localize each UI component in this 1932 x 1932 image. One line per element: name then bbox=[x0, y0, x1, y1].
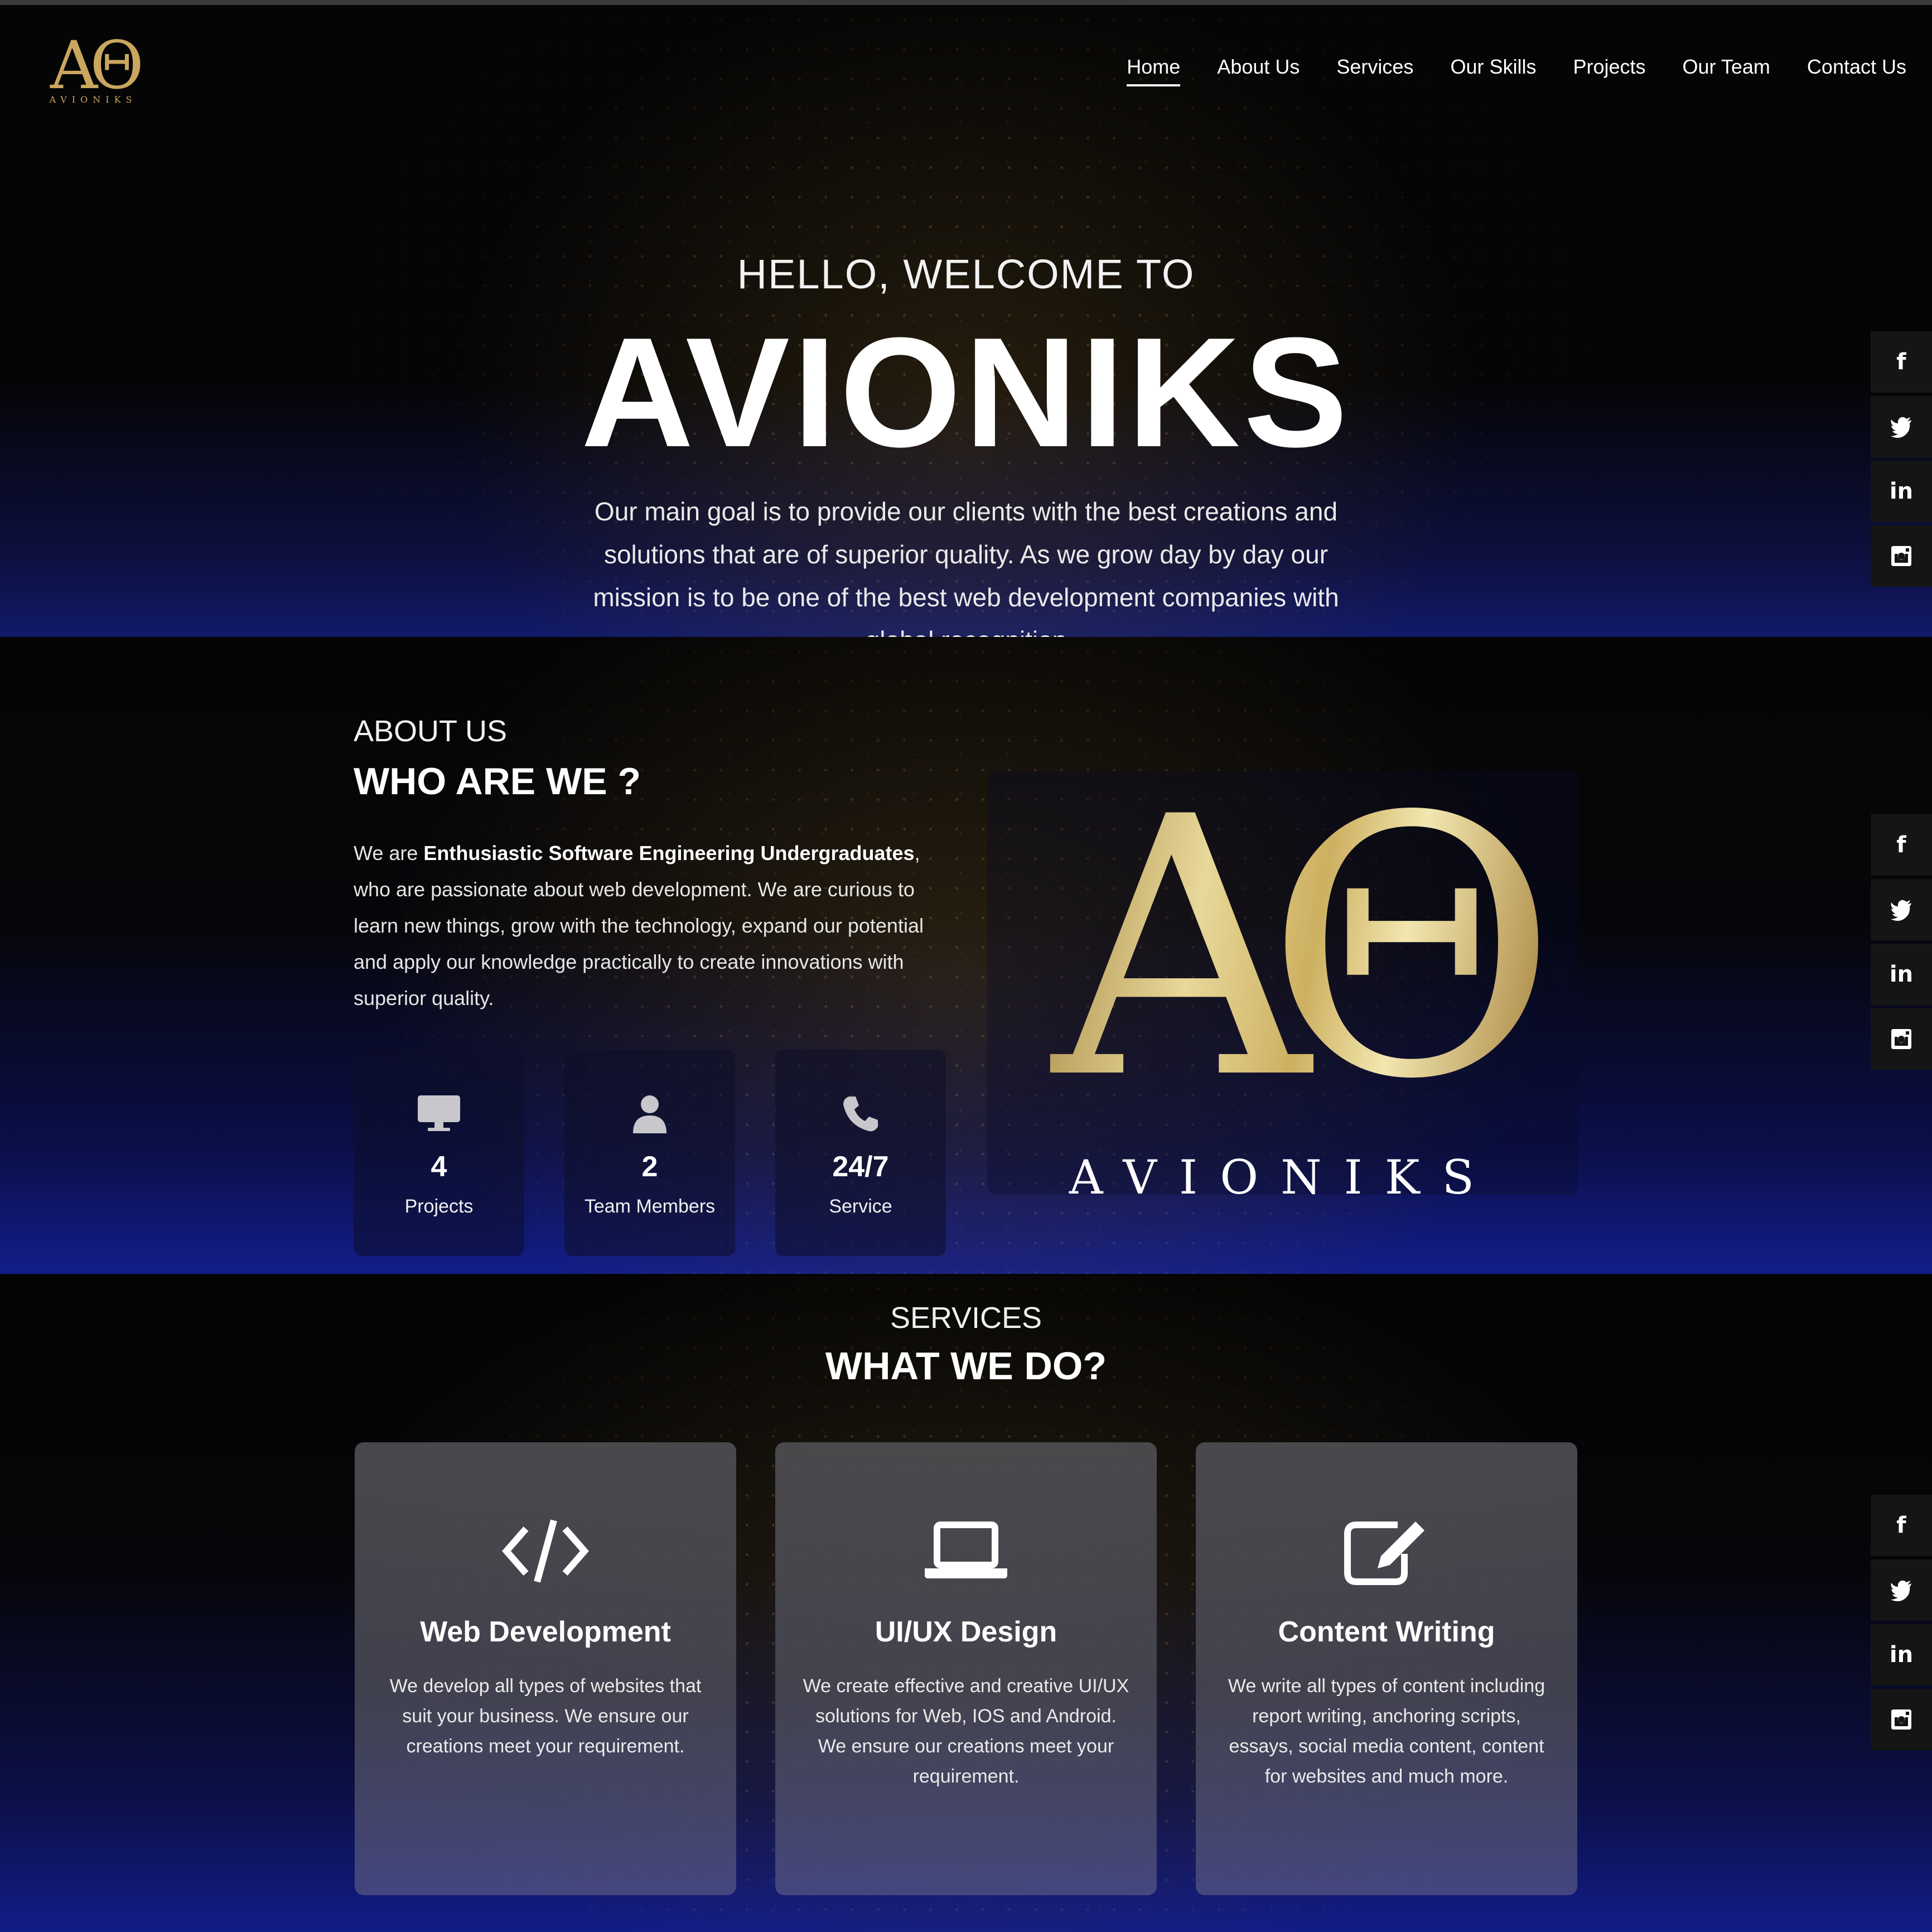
linkedin-icon[interactable]: in bbox=[1871, 944, 1932, 1005]
nav-our-skills[interactable]: Our Skills bbox=[1450, 55, 1536, 86]
service-card-ui-ux-design[interactable]: UI/UX Design We create effective and cre… bbox=[775, 1442, 1157, 1895]
nav-about-us[interactable]: About Us bbox=[1217, 55, 1300, 86]
nav-our-team[interactable]: Our Team bbox=[1683, 55, 1770, 86]
twitter-icon[interactable] bbox=[1871, 879, 1932, 940]
instagram-icon[interactable] bbox=[1871, 1008, 1932, 1070]
large-logo-wordmark: AVIONIKS bbox=[1069, 1150, 1497, 1205]
service-title: Web Development bbox=[420, 1616, 671, 1648]
brand-logo[interactable]: AΘ AVIONIKS bbox=[29, 27, 157, 105]
stat-label: Team Members bbox=[584, 1196, 716, 1217]
code-icon bbox=[355, 1515, 736, 1593]
about-title: WHO ARE WE ? bbox=[354, 760, 641, 803]
about-kicker: ABOUT US bbox=[354, 714, 508, 748]
user-icon bbox=[564, 1094, 735, 1137]
service-description: We create effective and creative UI/UX s… bbox=[803, 1675, 1129, 1787]
instagram-icon[interactable] bbox=[1871, 525, 1932, 587]
stat-label: Projects bbox=[404, 1196, 474, 1217]
linkedin-icon[interactable]: in bbox=[1871, 1624, 1932, 1685]
facebook-icon[interactable]: f bbox=[1871, 1495, 1932, 1556]
stat-value: 2 bbox=[641, 1151, 658, 1183]
social-sidebar: f in bbox=[1871, 1495, 1932, 1754]
about-section: ABOUT US WHO ARE WE ? We are Enthusiasti… bbox=[0, 637, 1932, 1274]
about-text-prefix: We are bbox=[354, 842, 424, 864]
about-text-suffix: , who are passionate about web developme… bbox=[354, 842, 924, 1010]
window-top-border bbox=[0, 0, 1932, 5]
twitter-icon[interactable] bbox=[1871, 1559, 1932, 1621]
stat-card-service: 24/7 Service bbox=[775, 1050, 946, 1256]
hero-title: AVIONIKS bbox=[581, 306, 1351, 480]
social-sidebar: f in bbox=[1871, 331, 1932, 590]
large-logo-mark: AΘ bbox=[1010, 771, 1558, 1128]
hero-description: Our main goal is to provide our clients … bbox=[593, 497, 1339, 637]
service-card-content-writing[interactable]: Content Writing We write all types of co… bbox=[1196, 1442, 1577, 1895]
desktop-icon bbox=[354, 1094, 524, 1137]
main-nav: Home About Us Services Our Skills Projec… bbox=[1090, 55, 1906, 86]
facebook-icon[interactable]: f bbox=[1871, 331, 1932, 393]
phone-icon bbox=[775, 1094, 946, 1137]
hero-subtitle: HELLO, WELCOME TO bbox=[737, 251, 1195, 297]
logo-mark: AΘ bbox=[50, 27, 144, 104]
about-logo-panel: AΘ AVIONIKS bbox=[987, 771, 1578, 1205]
social-sidebar: f in bbox=[1871, 814, 1932, 1073]
about-text-highlight: Enthusiastic Software Engineering Underg… bbox=[423, 842, 915, 864]
nav-projects[interactable]: Projects bbox=[1573, 55, 1645, 86]
site-header: AΘ AVIONIKS Home About Us Services Our S… bbox=[0, 5, 1932, 128]
facebook-icon[interactable]: f bbox=[1871, 814, 1932, 876]
instagram-icon[interactable] bbox=[1871, 1689, 1932, 1750]
nav-contact-us[interactable]: Contact Us bbox=[1807, 55, 1906, 86]
laptop-icon bbox=[775, 1515, 1157, 1593]
service-card-web-development[interactable]: Web Development We develop all types of … bbox=[355, 1442, 736, 1895]
service-description: We write all types of content including … bbox=[1228, 1675, 1545, 1787]
linkedin-icon[interactable]: in bbox=[1871, 461, 1932, 522]
service-title: UI/UX Design bbox=[875, 1616, 1057, 1648]
services-kicker: SERVICES bbox=[890, 1301, 1042, 1335]
edit-icon bbox=[1196, 1515, 1577, 1593]
stat-label: Service bbox=[829, 1196, 892, 1217]
stat-value: 24/7 bbox=[832, 1151, 889, 1183]
service-description: We develop all types of websites that su… bbox=[389, 1675, 702, 1757]
stat-card-projects: 4 Projects bbox=[354, 1050, 524, 1256]
services-section: SERVICES WHAT WE DO? Web Development We … bbox=[0, 1274, 1932, 1932]
nav-services[interactable]: Services bbox=[1336, 55, 1413, 86]
service-title: Content Writing bbox=[1278, 1616, 1495, 1648]
about-description: We are Enthusiastic Software Engineering… bbox=[354, 835, 956, 1016]
services-title: WHAT WE DO? bbox=[825, 1344, 1107, 1388]
twitter-icon[interactable] bbox=[1871, 396, 1932, 457]
stat-card-team-members: 2 Team Members bbox=[564, 1050, 735, 1256]
stat-value: 4 bbox=[431, 1151, 447, 1183]
logo-wordmark: AVIONIKS bbox=[49, 94, 137, 105]
nav-home[interactable]: Home bbox=[1127, 55, 1181, 86]
particle-background bbox=[0, 637, 1932, 1274]
